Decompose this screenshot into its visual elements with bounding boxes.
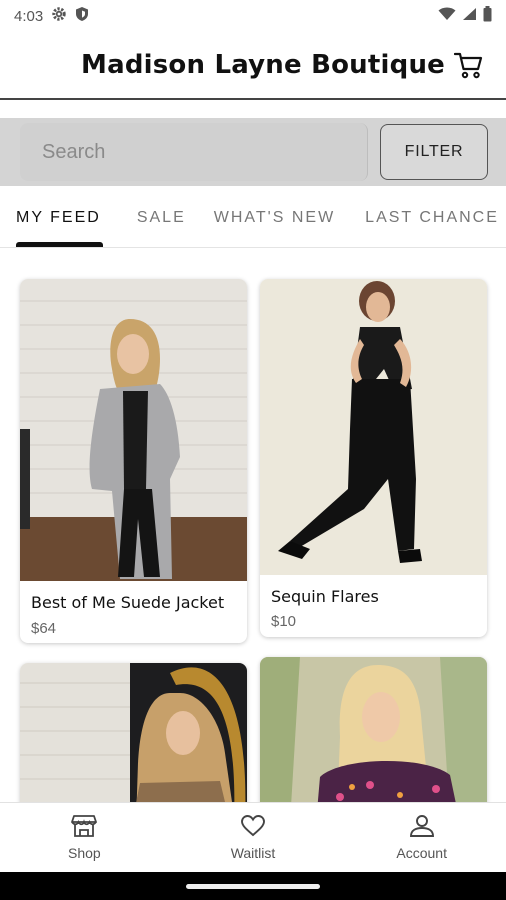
system-nav-bar <box>0 872 506 900</box>
product-price: $64 <box>31 620 57 637</box>
product-card[interactable] <box>260 657 487 823</box>
product-price: $10 <box>271 613 297 630</box>
status-time: 4:03 <box>14 7 44 25</box>
battery-icon <box>483 6 492 26</box>
nav-account-label: Account <box>396 845 447 861</box>
shield-icon <box>75 6 89 26</box>
tab-my-feed[interactable]: MY FEED <box>0 188 117 247</box>
nav-shop[interactable]: Shop <box>0 803 169 872</box>
product-image <box>20 663 247 823</box>
nav-waitlist-label: Waitlist <box>230 845 276 861</box>
cart-button[interactable] <box>452 50 486 84</box>
filter-button[interactable]: FILTER <box>380 124 488 180</box>
search-placeholder: Search <box>42 140 106 163</box>
shop-icon <box>71 814 98 841</box>
bottom-nav: Shop Waitlist Account <box>0 802 506 872</box>
nav-account[interactable]: Account <box>337 803 506 872</box>
product-name: Sequin Flares <box>271 587 379 606</box>
app-header: Madison Layne Boutique <box>0 32 506 100</box>
nav-shop-label: Shop <box>67 845 101 861</box>
search-input[interactable]: Search <box>20 123 368 181</box>
product-image <box>20 279 247 581</box>
tab-sale[interactable]: SALE <box>117 188 202 247</box>
heart-icon <box>240 814 266 841</box>
home-gesture-bar[interactable] <box>186 884 320 889</box>
product-image <box>260 657 487 823</box>
nav-waitlist[interactable]: Waitlist <box>169 803 338 872</box>
search-bar: Search FILTER <box>0 118 506 186</box>
app-title: Madison Layne Boutique <box>81 50 445 80</box>
cart-icon <box>453 51 484 84</box>
product-card[interactable]: Best of Me Suede Jacket $64 <box>20 279 247 643</box>
gear-icon <box>51 6 67 26</box>
person-icon <box>409 814 435 841</box>
tab-whats-new[interactable]: WHAT'S NEW <box>202 188 351 247</box>
wifi-icon <box>438 7 456 25</box>
product-image <box>260 279 487 575</box>
feed-tabs: MY FEED SALE WHAT'S NEW LAST CHANCE <box>0 188 506 248</box>
signal-icon <box>462 7 477 25</box>
product-card[interactable] <box>20 663 247 823</box>
product-name: Best of Me Suede Jacket <box>31 593 225 612</box>
status-bar: 4:03 <box>0 0 506 32</box>
product-card[interactable]: Sequin Flares $10 <box>260 279 487 637</box>
tab-last-chance[interactable]: LAST CHANCE <box>351 188 506 247</box>
